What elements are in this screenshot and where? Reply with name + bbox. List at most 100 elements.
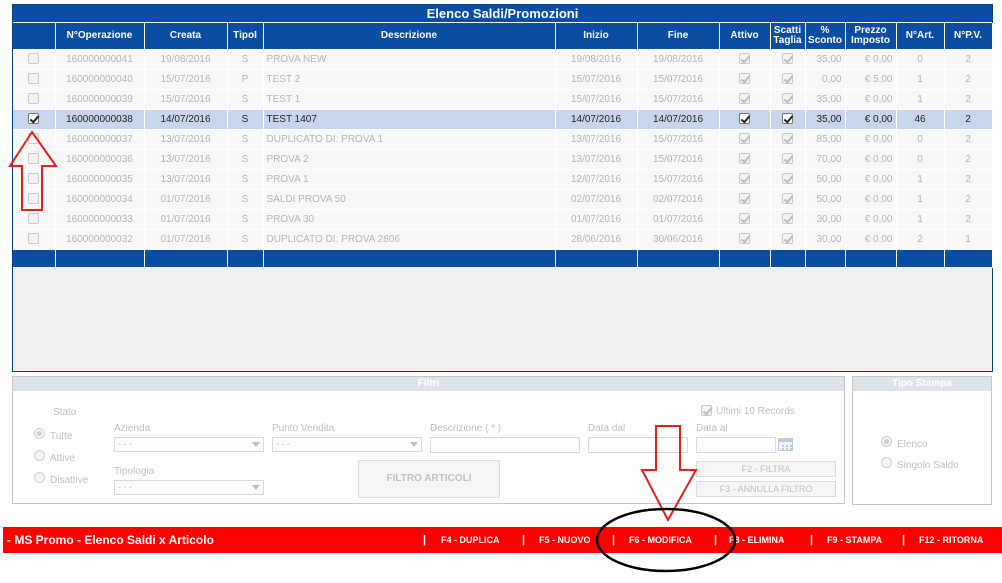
cell-inizio: 02/07/2016 bbox=[555, 189, 638, 210]
cell-sconto: 35,00 bbox=[805, 109, 846, 130]
cell-num-pv: 2 bbox=[944, 89, 993, 110]
cell-scatti-taglia bbox=[770, 189, 806, 210]
table-row[interactable]: 160000000041 19/08/2016 S PROVA NEW 19/08/20… bbox=[13, 49, 993, 70]
column-header-descrizione[interactable]: Descrizione bbox=[263, 23, 556, 50]
stato-attive-radio[interactable] bbox=[34, 450, 45, 461]
stato-disattive-radio[interactable] bbox=[34, 472, 45, 483]
stampa-elenco-radio[interactable] bbox=[881, 436, 892, 447]
table-row[interactable]: 160000000037 13/07/2016 S DUPLICATO DI: PRO… bbox=[13, 129, 993, 150]
cell-creata: 19/08/2016 bbox=[144, 49, 228, 70]
column-header-attivo[interactable]: Attivo bbox=[719, 23, 771, 50]
filtra-button[interactable]: F2 - FILTRA bbox=[696, 461, 836, 477]
cell-num-articoli: 0 bbox=[896, 129, 945, 150]
column-header-tipo[interactable]: TipoI bbox=[227, 23, 264, 50]
chevron-down-icon bbox=[252, 485, 260, 490]
column-header-num-articoli[interactable]: N°Art. bbox=[896, 23, 945, 50]
stampa-singolo-radio[interactable] bbox=[881, 457, 892, 468]
cell-num-articoli: 1 bbox=[896, 69, 945, 90]
cell-num-articoli: 0 bbox=[896, 149, 945, 170]
column-header-scatti-taglia[interactable]: Scatti Taglia bbox=[770, 23, 806, 50]
calendar-icon[interactable] bbox=[778, 438, 793, 451]
cell-num-pv: 2 bbox=[944, 209, 993, 230]
cell-prezzo-imposto: € 0,00 bbox=[845, 49, 897, 70]
table-footer-row bbox=[13, 249, 993, 268]
table-row[interactable]: 160000000038 14/07/2016 S TEST 1407 14/07/20… bbox=[13, 109, 993, 130]
chevron-down-icon bbox=[410, 442, 418, 447]
data-al-label: Data al bbox=[696, 423, 728, 434]
cell-inizio: 14/07/2016 bbox=[555, 109, 638, 130]
tipologia-select[interactable]: - - - bbox=[114, 480, 264, 495]
cell-attivo bbox=[719, 229, 771, 250]
cell-attivo bbox=[719, 69, 771, 90]
tipologia-select-value: - - - bbox=[118, 482, 132, 492]
table-row[interactable]: 160000000035 13/07/2016 S PROVA 1 12/07/2016… bbox=[13, 169, 993, 190]
cell-operazione: 160000000032 bbox=[55, 229, 145, 250]
cell-num-articoli: 46 bbox=[896, 109, 945, 130]
cell-sconto: 85,00 bbox=[805, 129, 846, 150]
cell-inizio: 01/07/2016 bbox=[555, 209, 638, 230]
column-header-sconto[interactable]: % Sconto bbox=[805, 23, 846, 50]
data-al-input[interactable] bbox=[696, 437, 776, 453]
column-header-fine[interactable]: Fine bbox=[637, 23, 720, 50]
cell-prezzo-imposto: € 0,00 bbox=[845, 189, 897, 210]
column-header-operazione[interactable]: N°Operazione bbox=[55, 23, 145, 50]
tipo-stampa-panel: Tipo Stampa Elenco Singolo Saldo bbox=[852, 376, 992, 505]
cell-num-pv: 2 bbox=[944, 149, 993, 170]
row-select-checkbox[interactable] bbox=[28, 233, 40, 245]
cell-descrizione: TEST 1407 bbox=[263, 109, 556, 130]
nuovo-button[interactable]: F5 - NUOVO bbox=[539, 527, 591, 553]
cell-operazione: 160000000040 bbox=[55, 69, 145, 90]
cell-num-pv: 2 bbox=[944, 49, 993, 70]
descrizione-input[interactable] bbox=[430, 437, 580, 453]
duplica-button[interactable]: F4 - DUPLICA bbox=[441, 527, 500, 553]
key-separator: | bbox=[902, 534, 906, 546]
cell-attivo-checkbox bbox=[739, 133, 750, 145]
stato-tutte-radio[interactable] bbox=[34, 428, 45, 439]
chevron-down-icon bbox=[252, 442, 260, 447]
punto-vendita-select[interactable]: - - - bbox=[272, 437, 422, 452]
table-row[interactable]: 160000000040 15/07/2016 P TEST 2 15/07/2016 1… bbox=[13, 69, 993, 90]
cell-creata: 01/07/2016 bbox=[144, 209, 228, 230]
azienda-select[interactable]: - - - bbox=[114, 437, 264, 452]
cell-tipo: S bbox=[227, 209, 264, 230]
cell-scatti-taglia-checkbox bbox=[782, 193, 793, 205]
cell-fine: 15/07/2016 bbox=[637, 149, 720, 170]
column-header-creata[interactable]: Creata bbox=[144, 23, 228, 50]
cell-descrizione: PROVA 30 bbox=[263, 209, 556, 230]
cell-tipo: S bbox=[227, 89, 264, 110]
column-header-prezzo-imposto[interactable]: Prezzo Imposto bbox=[845, 23, 897, 50]
cell-attivo bbox=[719, 109, 771, 130]
filtro-articoli-button[interactable]: FILTRO ARTICOLI bbox=[358, 460, 500, 498]
cell-operazione: 160000000034 bbox=[55, 189, 145, 210]
row-select-checkbox[interactable] bbox=[28, 213, 40, 225]
stampa-singolo-label: Singolo Saldo bbox=[897, 460, 959, 471]
cell-fine: 15/07/2016 bbox=[637, 89, 720, 110]
column-header-select[interactable] bbox=[13, 23, 56, 50]
row-select-checkbox[interactable] bbox=[28, 73, 40, 85]
table-row[interactable]: 160000000034 01/07/2016 S SALDI PROVA 50 02/… bbox=[13, 189, 993, 210]
stampa-button[interactable]: F9 - STAMPA bbox=[827, 527, 882, 553]
table-row[interactable]: 160000000032 01/07/2016 S DUPLICATO DI: PRO… bbox=[13, 229, 993, 250]
cell-descrizione: TEST 1 bbox=[263, 89, 556, 110]
column-header-num-pv[interactable]: N°P.V. bbox=[944, 23, 993, 50]
function-key-bar: - MS Promo - Elenco Saldi x Articolo | F… bbox=[3, 527, 1002, 553]
cell-attivo bbox=[719, 169, 771, 190]
table-row[interactable]: 160000000036 13/07/2016 S PROVA 2 13/07/2016… bbox=[13, 149, 993, 170]
row-select-checkbox[interactable] bbox=[28, 93, 40, 105]
cell-scatti-taglia bbox=[770, 169, 806, 190]
row-select-checkbox[interactable] bbox=[28, 113, 40, 125]
row-select-checkbox[interactable] bbox=[28, 53, 40, 65]
column-header-inizio[interactable]: Inizio bbox=[555, 23, 638, 50]
cell-attivo-checkbox bbox=[739, 193, 750, 205]
cell-scatti-taglia bbox=[770, 69, 806, 90]
cell-creata: 13/07/2016 bbox=[144, 129, 228, 150]
annulla-filtro-button[interactable]: F3 - ANNULLA FILTRO bbox=[696, 481, 836, 497]
ultimi-records-checkbox[interactable] bbox=[701, 405, 712, 416]
stato-label: Stato bbox=[53, 407, 77, 418]
cell-scatti-taglia bbox=[770, 129, 806, 150]
table-body: 160000000041 19/08/2016 S PROVA NEW 19/08/20… bbox=[13, 49, 993, 250]
cell-inizio: 13/07/2016 bbox=[555, 129, 638, 150]
table-row[interactable]: 160000000039 15/07/2016 S TEST 1 15/07/2016 1… bbox=[13, 89, 993, 110]
table-row[interactable]: 160000000033 01/07/2016 S PROVA 30 01/07/201… bbox=[13, 209, 993, 230]
ritorna-button[interactable]: F12 - RITORNA bbox=[919, 527, 983, 553]
